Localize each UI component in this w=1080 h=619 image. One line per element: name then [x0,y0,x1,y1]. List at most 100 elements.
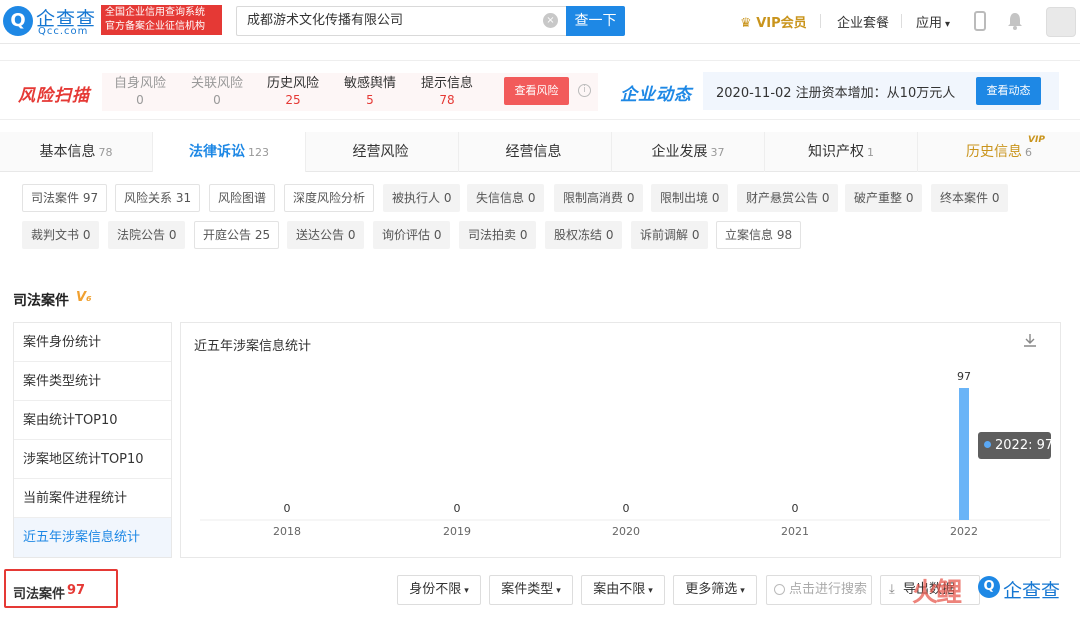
side-item-progress[interactable]: 当前案件进程统计 [14,479,171,518]
phone-icon[interactable] [974,11,986,31]
risk-scan-title: 风险扫描 [18,86,90,106]
company-dynamics-title: 企业动态 [620,85,692,105]
side-item-five-year[interactable]: 近五年涉案信息统计 [14,518,171,557]
chip-executed[interactable]: 被执行人 0 [383,184,461,212]
bar-2022[interactable] [959,388,969,520]
x-tick-2020: 2020 [612,525,640,538]
tab-label: 经营风险 [352,144,409,160]
risk-item-value: 25 [285,93,301,107]
crown-icon: ♛ [740,16,757,31]
chip-final-cases[interactable]: 终本案件 0 [931,184,1009,212]
apps-label: 应用 [916,16,943,31]
chip-judgments[interactable]: 裁判文书 0 [22,221,100,249]
case-count-value: 97 [67,583,86,598]
tab-count: 6 [1025,146,1032,159]
info-icon[interactable]: i [578,84,591,97]
qcc-logo-icon[interactable]: Q [3,6,33,36]
apps-menu[interactable]: 应用 ▾ [916,12,950,31]
logo-domain: Qcc.com [38,26,89,37]
chip-filing-info[interactable]: 立案信息 98 [716,221,802,249]
risk-item-sentiment[interactable]: 敏感舆情 5 [334,75,406,108]
filter-more[interactable]: 更多筛选 ▾ [673,575,757,605]
chip-service-notices[interactable]: 送达公告 0 [287,221,365,249]
tooltip-text: 2022: 97 [995,438,1054,453]
risk-item-history[interactable]: 历史风险 25 [257,75,329,108]
risk-item-label: 敏感舆情 [343,76,396,91]
section-title: 司法案件 [13,293,69,309]
vip-v-icon: V₆ [76,290,92,305]
risk-item-label: 提示信息 [420,76,473,91]
chip-bankruptcy[interactable]: 破产重整 0 [845,184,923,212]
filter-cause[interactable]: 案由不限 ▾ [581,575,665,605]
official-tag-line1: 全国企业信用查询系统 [105,7,205,18]
chip-dishonest[interactable]: 失信信息 0 [467,184,545,212]
dynamics-text[interactable]: 2020-11-02 注册资本增加：从10万元人... [716,82,956,101]
view-dynamics-button[interactable]: 查看动态 [976,77,1041,105]
chip-property-reward[interactable]: 财产悬赏公告 0 [737,184,839,212]
company-search-input[interactable]: 成都游术文化传播有限公司 [236,6,566,36]
tab-business-risk[interactable]: 经营风险 [306,132,459,172]
side-item-cause[interactable]: 案由统计TOP10 [14,401,171,440]
clear-search-icon[interactable]: × [543,13,558,28]
chip-consumption-limit[interactable]: 限制高消费 0 [554,184,644,212]
risk-item-value: 0 [213,93,221,107]
tab-legal[interactable]: 法律诉讼 123 [153,132,306,172]
view-risk-button[interactable]: 查看风险 [504,77,569,105]
tab-ip[interactable]: 知识产权 1 [765,132,918,172]
search-button[interactable]: 查一下 [566,6,625,36]
data-label-2020: 0 [623,502,630,515]
tab-business-info[interactable]: 经营信息 [459,132,612,172]
chip-risk-graph[interactable]: 风险图谱 [209,184,276,212]
tab-basic-info[interactable]: 基本信息 78 [0,132,153,172]
tab-count: 1 [867,146,874,159]
watermark-text: 企查查 [1003,580,1061,602]
risk-item-notice[interactable]: 提示信息 78 [411,75,483,108]
tab-label: 历史信息 [966,144,1022,160]
chip-judicial-cases[interactable]: 司法案件 97 [22,184,108,212]
side-item-type[interactable]: 案件类型统计 [14,362,171,401]
filter-identity[interactable]: 身份不限 ▾ [397,575,481,605]
official-tag: 全国企业信用查询系统 官方备案企业征信机构 [101,5,222,35]
vip-member-link[interactable]: ♛ VIP会员 [740,12,807,31]
chip-deep-risk[interactable]: 深度风险分析 [284,184,375,212]
chip-valuation[interactable]: 询价评估 0 [373,221,451,249]
x-tick-2021: 2021 [781,525,809,538]
vip-badge: VIP [1028,135,1045,145]
stats-side-menu: 案件身份统计 案件类型统计 案由统计TOP10 涉案地区统计TOP10 当前案件… [13,322,172,558]
chevron-down-icon: ▾ [945,19,951,30]
risk-item-label: 自身风险 [113,76,166,91]
caret-down-icon: ▾ [740,586,745,596]
export-icon: ⤓ [889,582,895,597]
data-label-2019: 0 [454,502,461,515]
chip-court-notices[interactable]: 法院公告 0 [108,221,186,249]
side-item-region[interactable]: 涉案地区统计TOP10 [14,440,171,479]
filter-case-type[interactable]: 案件类型 ▾ [489,575,573,605]
tab-count: 78 [98,146,113,159]
case-count-label: 司法案件 [13,587,66,602]
x-tick-2022: 2022 [950,525,978,538]
tab-count: 123 [248,146,269,159]
tab-label: 企业发展 [651,144,708,160]
top-header: Q 企查查 Qcc.com 全国企业信用查询系统 官方备案企业征信机构 成都游术… [0,0,1080,44]
filter-label: 案件类型 [501,582,554,597]
bell-icon[interactable] [1006,11,1024,31]
user-avatar[interactable] [1046,7,1076,37]
tab-development[interactable]: 企业发展 37 [612,132,765,172]
tab-label: 知识产权 [808,144,864,160]
enterprise-package-link[interactable]: 企业套餐 [837,12,889,31]
chip-risk-relations[interactable]: 风险关系 31 [115,184,201,212]
risk-item-self[interactable]: 自身风险 0 [104,75,176,108]
risk-item-related[interactable]: 关联风险 0 [181,75,253,108]
chip-hearing-notices[interactable]: 开庭公告 25 [194,221,280,249]
data-label-2022: 97 [957,370,971,383]
risk-item-value: 78 [439,93,455,107]
chip-mediation[interactable]: 诉前调解 0 [631,221,709,249]
tab-history[interactable]: 历史信息 6 [918,132,1080,172]
header-divider [901,14,902,28]
chip-auction[interactable]: 司法拍卖 0 [459,221,537,249]
chip-exit-limit[interactable]: 限制出境 0 [651,184,729,212]
side-item-identity[interactable]: 案件身份统计 [14,323,171,362]
chip-equity-freeze[interactable]: 股权冻结 0 [545,221,623,249]
risk-item-label: 历史风险 [266,76,319,91]
x-tick-2019: 2019 [443,525,471,538]
